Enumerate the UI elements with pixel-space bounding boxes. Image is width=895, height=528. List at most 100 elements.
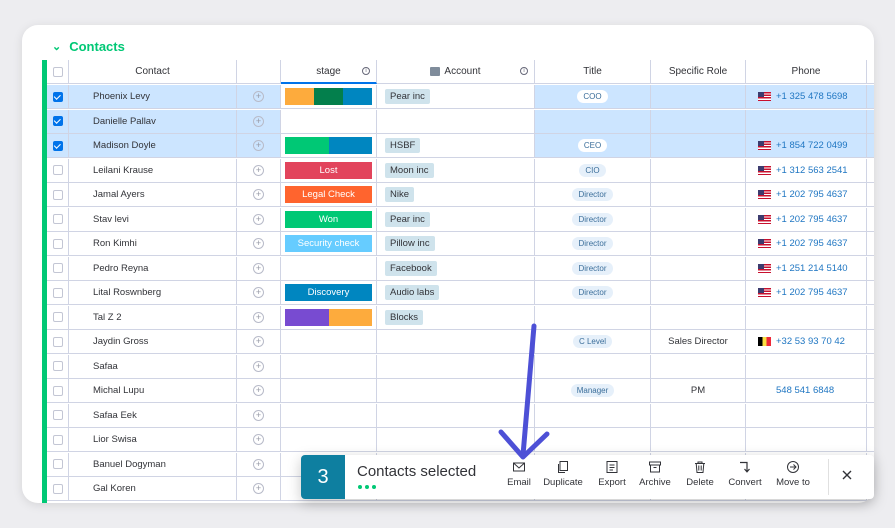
title-chip[interactable]: CIO	[579, 163, 606, 177]
table-row[interactable]: Safaa Eek +	[47, 403, 874, 428]
account-cell[interactable]	[377, 379, 535, 403]
group-header[interactable]: ⌄ Contacts	[52, 38, 125, 54]
table-row[interactable]: Stav levi + Won Pear inc Director +1 202 795 …	[47, 207, 874, 232]
add-update-icon[interactable]: +	[253, 336, 264, 347]
add-update-icon[interactable]: +	[253, 213, 264, 225]
row-select[interactable]	[47, 281, 69, 305]
row-select[interactable]	[47, 232, 69, 256]
phone-cell[interactable]: +1 325 478 5698	[746, 85, 867, 109]
table-row[interactable]: Leilani Krause + Lost Moon inc CIO +1 312 563…	[47, 158, 874, 183]
stage-cell[interactable]: Security check	[281, 232, 377, 256]
info-icon[interactable]: i	[362, 67, 370, 75]
stage-cell[interactable]	[281, 85, 377, 109]
add-update-cell[interactable]: +	[237, 232, 281, 256]
title-chip[interactable]: Manager	[570, 384, 615, 397]
specific-role-cell[interactable]	[651, 85, 746, 109]
specific-role-cell[interactable]	[651, 256, 746, 281]
account-cell[interactable]	[377, 428, 535, 452]
row-checkbox[interactable]	[52, 385, 63, 396]
row-select[interactable]	[47, 379, 69, 403]
specific-role-cell[interactable]	[651, 183, 746, 207]
contact-name[interactable]: Lital Roswnberg	[69, 281, 237, 305]
account-chip[interactable]: Pear inc	[385, 211, 430, 227]
table-row[interactable]: Jaydin Gross + C Level Sales Director +32 53…	[47, 330, 874, 354]
add-update-icon[interactable]: +	[253, 458, 264, 470]
contact-name[interactable]: Phoenix Levy	[69, 85, 237, 109]
table-row[interactable]: Ron Kimhi + Security check Pillow inc Direct…	[47, 232, 874, 256]
column-header-title[interactable]: Title	[535, 60, 651, 84]
add-update-icon[interactable]: +	[253, 189, 264, 200]
row-select[interactable]	[47, 452, 69, 477]
title-chip[interactable]: Director	[572, 286, 613, 299]
phone-number[interactable]: +1 202 795 4637	[776, 189, 848, 200]
specific-role-cell[interactable]: PM	[651, 379, 746, 403]
add-update-cell[interactable]: +	[237, 183, 281, 207]
specific-role-cell[interactable]	[651, 281, 746, 305]
title-cell[interactable]: Director	[535, 281, 651, 305]
account-chip[interactable]: Blocks	[385, 309, 423, 325]
contact-name[interactable]: Michal Lupu	[69, 379, 237, 403]
phone-cell[interactable]	[746, 305, 867, 330]
move-to-action-button[interactable]: Move to	[773, 460, 813, 496]
stage-multi-status[interactable]	[285, 88, 372, 105]
stage-cell[interactable]	[281, 134, 377, 158]
row-select[interactable]	[47, 330, 69, 354]
contact-name[interactable]: Madison Doyle	[69, 134, 237, 158]
row-checkbox[interactable]	[52, 312, 63, 322]
table-row[interactable]: Madison Doyle + HSBF CEO +1 854 722 0499	[47, 134, 874, 158]
phone-number[interactable]: +32 53 93 70 42	[776, 336, 845, 347]
stage-status[interactable]: Lost	[285, 161, 372, 179]
row-checkbox[interactable]	[52, 459, 63, 469]
export-action-button[interactable]: Export	[592, 460, 632, 496]
row-checkbox[interactable]	[52, 287, 63, 298]
column-header-stage[interactable]: stage i	[281, 60, 377, 84]
account-chip[interactable]: Moon inc	[385, 162, 434, 178]
title-cell[interactable]	[535, 305, 651, 330]
phone-cell[interactable]	[746, 403, 867, 428]
phone-cell[interactable]: +1 251 214 5140	[746, 256, 867, 281]
stage-cell[interactable]	[281, 109, 377, 134]
phone-cell[interactable]: +1 202 795 4637	[746, 232, 867, 256]
account-chip[interactable]: Nike	[385, 187, 415, 202]
add-update-icon[interactable]: +	[253, 164, 264, 176]
add-update-icon[interactable]: +	[253, 238, 264, 249]
title-cell[interactable]	[535, 403, 651, 428]
add-update-cell[interactable]: +	[237, 109, 281, 134]
account-chip[interactable]: Audio labs	[385, 285, 440, 300]
phone-cell[interactable]: +1 202 795 4637	[746, 183, 867, 207]
title-cell[interactable]: COO	[535, 85, 651, 109]
account-cell[interactable]: Blocks	[377, 305, 535, 330]
phone-number[interactable]: +1 854 722 0499	[776, 140, 848, 151]
close-icon[interactable]	[840, 468, 854, 482]
add-update-icon[interactable]: +	[253, 262, 264, 274]
specific-role-cell[interactable]: Sales Director	[651, 330, 746, 354]
account-cell[interactable]: Nike	[377, 183, 535, 207]
phone-cell[interactable]	[746, 354, 867, 379]
account-chip[interactable]: Pillow inc	[385, 236, 435, 251]
title-cell[interactable]: Manager	[535, 379, 651, 403]
stage-status[interactable]: Won	[285, 210, 372, 228]
contact-name[interactable]: Jamal Ayers	[69, 183, 237, 207]
account-cell[interactable]: Pear inc	[377, 207, 535, 232]
specific-role-cell[interactable]	[651, 232, 746, 256]
stage-cell[interactable]: Lost	[281, 158, 377, 183]
row-select[interactable]	[47, 183, 69, 207]
row-checkbox[interactable]	[52, 238, 63, 249]
row-checkbox[interactable]	[52, 336, 63, 347]
account-cell[interactable]	[377, 403, 535, 428]
add-update-cell[interactable]: +	[237, 379, 281, 403]
column-header-specific-role[interactable]: Specific Role	[651, 60, 746, 84]
phone-number[interactable]: +1 312 563 2541	[776, 165, 848, 176]
add-update-cell[interactable]: +	[237, 305, 281, 330]
contact-name[interactable]: Safaa Eek	[69, 403, 237, 428]
row-checkbox[interactable]	[52, 214, 63, 224]
stage-cell[interactable]	[281, 403, 377, 428]
phone-number[interactable]: +1 325 478 5698	[776, 91, 848, 102]
title-cell[interactable]	[535, 428, 651, 452]
row-select[interactable]	[47, 256, 69, 281]
add-update-cell[interactable]: +	[237, 330, 281, 354]
account-cell[interactable]: Pillow inc	[377, 232, 535, 256]
title-cell[interactable]: Director	[535, 207, 651, 232]
specific-role-cell[interactable]	[651, 158, 746, 183]
table-row[interactable]: Lital Roswnberg + Discovery Audio labs Direc…	[47, 281, 874, 305]
